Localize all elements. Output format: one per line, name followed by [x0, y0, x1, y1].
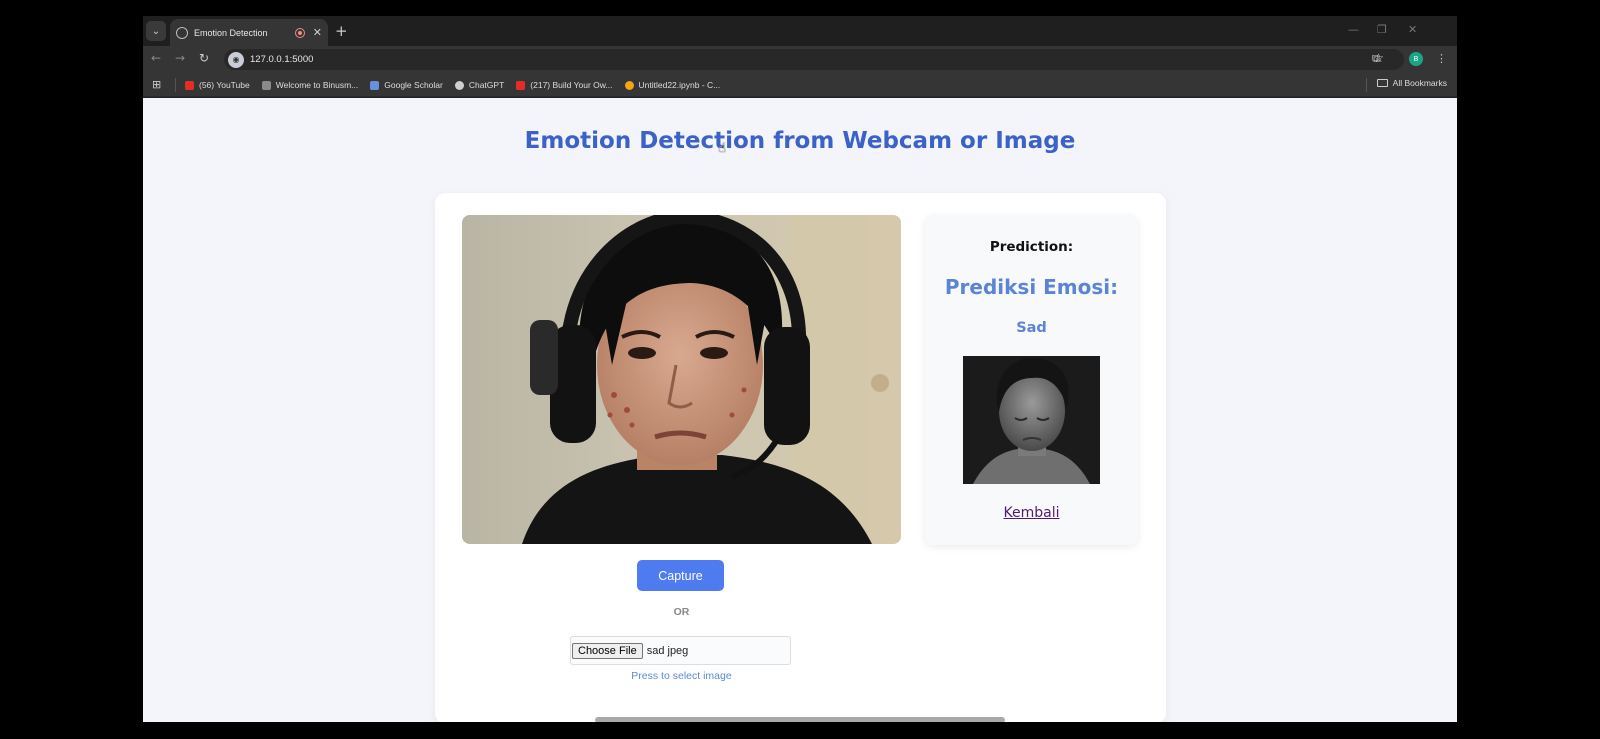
- all-bookmarks-button[interactable]: All Bookmarks: [1376, 78, 1447, 88]
- all-bookmarks-label: All Bookmarks: [1392, 78, 1447, 88]
- youtube-icon: [185, 80, 194, 90]
- sad-face-photo: [963, 356, 1100, 484]
- minimize-icon[interactable]: —: [1348, 23, 1359, 36]
- webcam-feed: [462, 215, 901, 544]
- new-tab-icon[interactable]: +: [335, 22, 348, 40]
- prediction-panel: Prediction: Prediksi Emosi: Sad Kembali: [925, 215, 1138, 545]
- webcam-image: [462, 215, 901, 544]
- bookmark-colab-notebook[interactable]: Untitled22.ipynb - C...: [624, 80, 721, 90]
- colab-icon: [624, 80, 634, 90]
- tab-search-chevron-icon[interactable]: ⌄: [146, 21, 166, 41]
- browser-window: ⌄ Emotion Detection ✕ + — ❐ ✕ ← → ↻ ◉ 12…: [143, 16, 1457, 722]
- file-upload-input[interactable]: Choose File sad jpeg: [570, 636, 791, 665]
- profile-avatar[interactable]: B: [1409, 52, 1423, 66]
- youtube-icon: [516, 80, 526, 90]
- extensions-icon[interactable]: ⧉: [1372, 52, 1380, 66]
- bookmark-label: ChatGPT: [468, 80, 505, 90]
- url-text: 127.0.0.1:5000: [250, 54, 314, 65]
- web-page: Emotion Detection from Webcam or Image ☝: [143, 98, 1457, 722]
- selected-file-name: sad jpeg: [646, 644, 689, 657]
- bookmark-label: Welcome to Binusm...: [275, 80, 359, 90]
- reload-icon[interactable]: ↻: [199, 51, 209, 65]
- bookmark-label: Untitled22.ipynb - C...: [638, 80, 721, 90]
- horizontal-scrollbar[interactable]: [595, 717, 1005, 722]
- bookmark-list: (56) YouTube Welcome to Binusm... Google…: [185, 73, 720, 97]
- scholar-icon: [370, 80, 380, 90]
- restore-icon[interactable]: ❐: [1377, 23, 1387, 36]
- binus-icon: [261, 80, 271, 90]
- page-title: Emotion Detection from Webcam or Image: [524, 128, 1076, 154]
- tab-strip: ⌄ Emotion Detection ✕ + — ❐ ✕: [143, 16, 1457, 46]
- main-card: Capture OR Choose File sad jpeg Press to…: [435, 193, 1166, 722]
- hand-cursor-icon: ☝: [718, 141, 726, 156]
- prediction-heading: Prediksi Emosi:: [944, 275, 1119, 299]
- apps-grid-icon[interactable]: ⊞: [152, 78, 161, 91]
- tab-title: Emotion Detection: [194, 27, 268, 38]
- bookmark-build-your-own[interactable]: (217) Build Your Ow...: [516, 80, 613, 90]
- upload-hint: Press to select image: [631, 670, 732, 682]
- prediction-label: Prediction:: [989, 239, 1074, 255]
- close-tab-icon[interactable]: ✕: [313, 26, 322, 39]
- bookmark-youtube[interactable]: (56) YouTube: [185, 80, 250, 90]
- chatgpt-icon: [454, 80, 464, 90]
- forward-icon[interactable]: →: [175, 51, 185, 65]
- bookmark-label: Google Scholar: [384, 80, 443, 90]
- screen: ⌄ Emotion Detection ✕ + — ❐ ✕ ← → ↻ ◉ 12…: [0, 0, 1600, 739]
- bookmark-google-scholar[interactable]: Google Scholar: [370, 80, 443, 90]
- site-info-icon[interactable]: ◉: [228, 51, 244, 68]
- globe-icon: [176, 26, 188, 39]
- capture-button[interactable]: Capture: [637, 560, 724, 591]
- back-icon[interactable]: ←: [151, 51, 161, 65]
- back-link[interactable]: Kembali: [925, 505, 1138, 521]
- browser-toolbar: ← → ↻ ◉ 127.0.0.1:5000 ☆ ⧉ B ⋮: [143, 46, 1457, 73]
- prediction-value: Sad: [1016, 320, 1047, 336]
- window-close-icon[interactable]: ✕: [1408, 23, 1417, 36]
- divider: [1366, 78, 1367, 92]
- emotion-image: [963, 356, 1100, 484]
- recording-icon: [294, 27, 305, 38]
- tab-emotion-detection[interactable]: Emotion Detection ✕: [170, 19, 328, 46]
- bookmark-chatgpt[interactable]: ChatGPT: [454, 80, 505, 90]
- address-bar[interactable]: ◉ 127.0.0.1:5000 ☆: [224, 49, 1404, 70]
- bookmarks-bar: ⊞ (56) YouTube Welcome to Binusm... Goog…: [143, 73, 1457, 97]
- bookmark-label: (217) Build Your Ow...: [530, 80, 613, 90]
- or-separator: OR: [673, 606, 690, 618]
- bookmark-binusmaya[interactable]: Welcome to Binusm...: [261, 80, 359, 90]
- menu-dots-icon[interactable]: ⋮: [1436, 52, 1447, 65]
- bookmark-label: (56) YouTube: [199, 80, 250, 90]
- choose-file-button[interactable]: Choose File: [572, 642, 643, 659]
- divider: [175, 78, 176, 92]
- folder-icon: [1376, 79, 1388, 87]
